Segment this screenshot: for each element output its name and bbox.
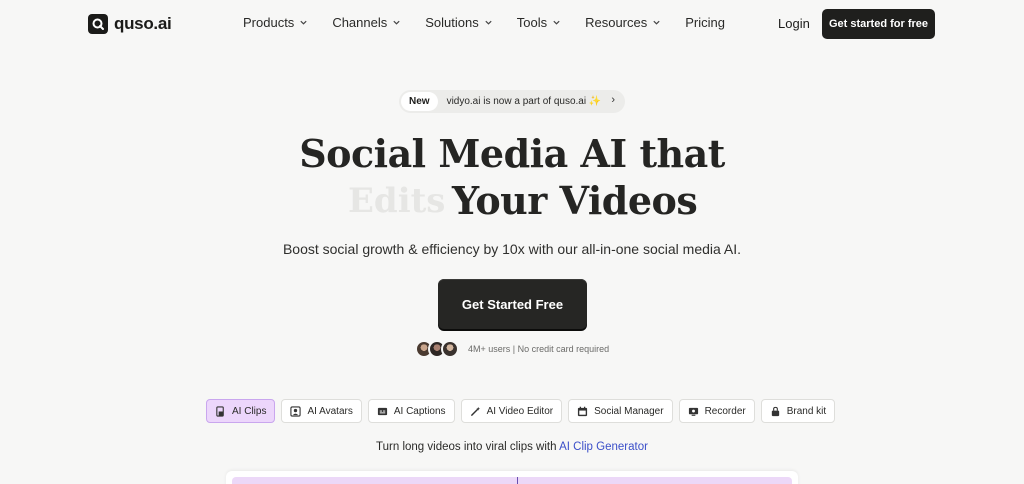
feature-preview-panel: [226, 471, 798, 484]
hero-headline-line2: Edits Your Videos: [0, 178, 1024, 224]
nav-item-label: Tools: [516, 15, 548, 30]
tagline-text: Turn long videos into viral clips with: [376, 441, 557, 453]
hero-headline-line1: Social Media AI that: [299, 131, 725, 176]
brand-logo[interactable]: quso.ai: [88, 13, 172, 35]
quso-logo-icon: [88, 14, 108, 34]
tab-social-manager[interactable]: Social Manager: [568, 399, 673, 423]
brand-kit-icon: [771, 406, 779, 416]
playhead: [517, 477, 518, 484]
feature-tagline: Turn long videos into viral clips with A…: [0, 441, 1024, 453]
ai-clip-generator-link[interactable]: AI Clip Generator: [559, 441, 648, 453]
nav-item-pricing[interactable]: Pricing: [685, 15, 725, 30]
tab-label: AI Avatars: [307, 405, 353, 417]
chevron-down-icon: [553, 20, 560, 25]
preview-timeline: [232, 477, 792, 484]
brand-name: quso.ai: [114, 14, 172, 33]
tab-label: Brand kit: [786, 405, 827, 417]
chevron-down-icon: [485, 20, 492, 25]
calendar-icon: [578, 406, 588, 416]
chevron-right-icon: ›: [611, 94, 615, 106]
new-badge: New: [401, 92, 438, 111]
rotating-word: Edits: [348, 181, 446, 221]
login-link[interactable]: Login: [778, 16, 810, 31]
hero-headline-text: Your Videos: [452, 178, 698, 223]
tab-label: Social Manager: [594, 405, 664, 417]
get-started-header-button[interactable]: Get started for free: [822, 9, 935, 39]
tab-ai-captions[interactable]: AI Captions: [367, 399, 455, 423]
nav-item-resources[interactable]: Resources: [585, 15, 661, 30]
social-proof: 4M+ users | No credit card required: [415, 340, 609, 358]
tab-brand-kit[interactable]: Brand kit: [760, 399, 836, 423]
announcement-text: vidyo.ai is now a part of quso.ai ✨: [446, 96, 602, 107]
chevron-down-icon: [300, 20, 307, 25]
nav-item-channels[interactable]: Channels: [332, 15, 401, 30]
nav-item-label: Resources: [585, 15, 648, 30]
tab-label: Recorder: [704, 405, 746, 417]
avatar: [441, 340, 459, 358]
tab-recorder[interactable]: Recorder: [678, 399, 755, 423]
nav-item-products[interactable]: Products: [243, 15, 308, 30]
chevron-down-icon: [653, 20, 660, 25]
announcement-pill[interactable]: New vidyo.ai is now a part of quso.ai ✨ …: [399, 90, 625, 113]
nav-item-label: Channels: [332, 15, 388, 30]
captions-icon: [377, 407, 387, 415]
main-menu: Products Channels Solutions Tools Resour…: [243, 15, 749, 30]
tab-ai-avatars[interactable]: AI Avatars: [281, 399, 362, 423]
recorder-icon: [688, 407, 698, 416]
nav-item-tools[interactable]: Tools: [517, 15, 561, 30]
tab-label: AI Video Editor: [486, 405, 554, 417]
magic-wand-icon: [470, 406, 480, 416]
nav-item-label: Pricing: [685, 15, 725, 30]
chevron-down-icon: [393, 20, 400, 25]
social-proof-text: 4M+ users | No credit card required: [468, 344, 610, 354]
nav-item-label: Solutions: [425, 15, 479, 30]
user-avatars: [415, 340, 459, 358]
avatar-icon: [290, 405, 302, 417]
nav-item-solutions[interactable]: Solutions: [425, 15, 492, 30]
clip-icon: [216, 405, 224, 417]
get-started-free-button[interactable]: Get Started Free: [438, 279, 587, 329]
feature-tabs: AI Clips AI Avatars AI Captions AI Video…: [206, 399, 836, 423]
top-navigation: quso.ai Products Channels Solutions Tool…: [0, 0, 1024, 48]
tab-label: AI Clips: [232, 405, 267, 417]
hero-subheadline: Boost social growth & efficiency by 10x …: [282, 241, 742, 257]
nav-item-label: Products: [243, 15, 295, 30]
tab-label: AI Captions: [393, 405, 446, 417]
tab-ai-video-editor[interactable]: AI Video Editor: [460, 399, 563, 423]
tab-ai-clips[interactable]: AI Clips: [206, 399, 276, 423]
